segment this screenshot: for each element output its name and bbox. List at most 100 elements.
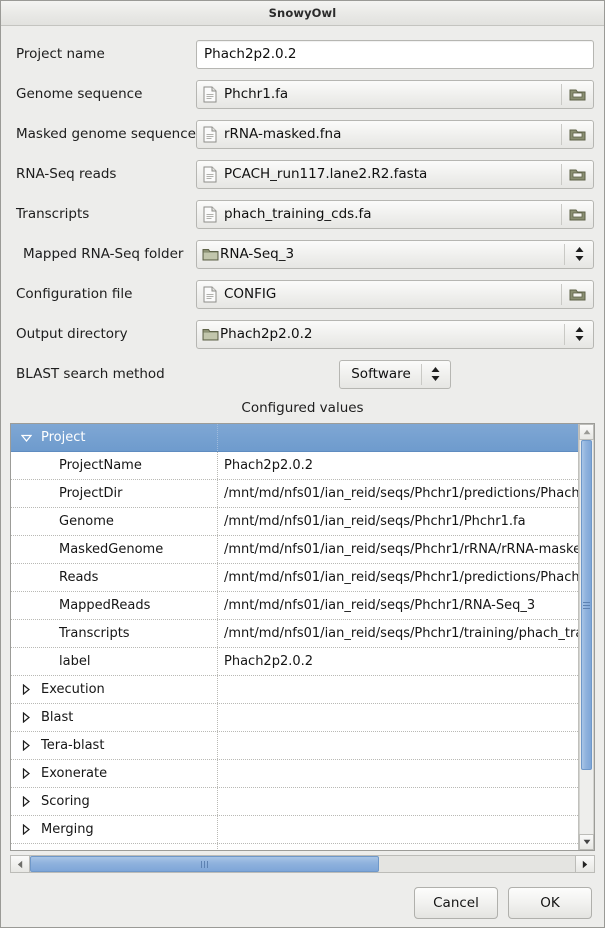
table-row[interactable]: MappedReads/mnt/md/nfs01/ian_reid/seqs/P… [11,592,578,620]
table-row[interactable]: Reads/mnt/md/nfs01/ian_reid/seqs/Phchr1/… [11,564,578,592]
tree-row-value: /mnt/md/nfs01/ian_reid/seqs/Phchr1/rRNA/… [224,542,578,557]
mapped-rna-seq-folder-spinner[interactable] [565,241,593,268]
chevron-down-icon[interactable] [17,434,35,442]
scroll-right-button[interactable] [575,855,595,873]
tree-row-label: Blast [41,710,74,725]
table-row[interactable]: Genome/mnt/md/nfs01/ian_reid/seqs/Phchr1… [11,508,578,536]
form-row-genome-sequence: Genome sequence Phchr1.fa [11,74,594,114]
folder-icon [202,327,219,342]
form-row-rna-seq-reads: RNA-Seq reads PCACH_run117.lane2.R2.fast… [11,154,594,194]
output-directory-combo[interactable]: Phach2p2.0.2 [196,319,594,349]
file-icon [203,86,217,103]
table-row[interactable]: Project [11,424,578,452]
tree-row-value-cell: /mnt/md/nfs01/ian_reid/seqs/Phchr1/predi… [218,564,578,591]
chevron-right-icon[interactable] [17,796,35,807]
transcripts-browse-button[interactable] [562,201,593,228]
blast-search-method-combo[interactable]: Software [339,359,451,389]
tree-row-value-cell [218,676,578,703]
output-directory-spinner[interactable] [565,321,593,348]
chevron-right-icon[interactable] [17,712,35,723]
rna-seq-reads-display[interactable]: PCACH_run117.lane2.R2.fasta [197,161,561,188]
tree-row-value-cell: /mnt/md/nfs01/ian_reid/seqs/Phchr1/train… [218,620,578,647]
open-folder-icon [569,87,586,102]
table-row[interactable]: Exonerate [11,760,578,788]
tree-row-name-cell [11,844,218,850]
table-row[interactable]: Scoring [11,788,578,816]
file-icon [203,166,217,183]
ok-button[interactable]: OK [508,887,592,919]
scroll-left-button[interactable] [10,855,30,873]
updown-chevron-icon [574,325,585,343]
rna-seq-reads-filechooser[interactable]: PCACH_run117.lane2.R2.fasta [196,159,594,189]
configuration-file-browse-button[interactable] [562,281,593,308]
transcripts-filechooser[interactable]: phach_training_cds.fa [196,199,594,229]
tree-row-name-cell: Tera-blast [11,732,218,759]
table-row[interactable]: Blast [11,704,578,732]
output-directory-display[interactable]: Phach2p2.0.2 [197,321,564,348]
blast-search-method-value: Software [351,366,411,382]
mapped-rna-seq-folder-display[interactable]: RNA-Seq_3 [197,241,564,268]
chevron-right-icon[interactable] [17,768,35,779]
transcripts-display[interactable]: phach_training_cds.fa [197,201,561,228]
rna-seq-reads-browse-button[interactable] [562,161,593,188]
table-row[interactable]: ProjectDir/mnt/md/nfs01/ian_reid/seqs/Ph… [11,480,578,508]
genome-sequence-display[interactable]: Phchr1.fa [197,81,561,108]
table-row[interactable]: Tera-blast [11,732,578,760]
vertical-scroll-track[interactable] [579,440,594,834]
tree-row-value: /mnt/md/nfs01/ian_reid/seqs/Phchr1/predi… [224,570,578,585]
table-row[interactable]: Execution [11,676,578,704]
table-row[interactable]: ProjectName Phach2p2.0.2 [11,452,578,480]
tree-row-name-cell: MappedReads [11,592,218,619]
tree-row-value-cell: Phach2p2.0.2 [218,648,578,675]
open-folder-icon [569,207,586,222]
tree-row-value: /mnt/md/nfs01/ian_reid/seqs/Phchr1/Phchr… [224,514,526,529]
masked-genome-sequence-browse-button[interactable] [562,121,593,148]
file-icon [203,206,217,223]
chevron-right-icon[interactable] [17,824,35,835]
table-row[interactable]: Transcripts/mnt/md/nfs01/ian_reid/seqs/P… [11,620,578,648]
configuration-file-filechooser[interactable]: CONFIG [196,279,594,309]
label-output-directory: Output directory [16,326,128,342]
tree-row-value: /mnt/md/nfs01/ian_reid/seqs/Phchr1/RNA-S… [224,598,536,613]
label-project-name: Project name [16,46,105,62]
form-row-masked-genome-sequence: Masked genome sequence rRNA-masked.fna [11,114,594,154]
tree-row-name-cell: ProjectDir [11,480,218,507]
scroll-down-button[interactable] [579,834,594,850]
horizontal-scroll-track[interactable] [30,855,575,873]
grip-icon [583,601,590,609]
tree-row-label: Transcripts [59,626,130,641]
blast-search-method-spinner[interactable] [422,361,450,388]
form-row-transcripts: Transcripts phach_training_cds.fa [11,194,594,234]
tree-row-name-cell: Reads [11,564,218,591]
mapped-rna-seq-folder-combo[interactable]: RNA-Seq_3 [196,239,594,269]
cancel-button[interactable]: Cancel [414,887,498,919]
tree-row-label: ProjectName [59,458,142,473]
label-masked-genome-sequence: Masked genome sequence [16,126,196,142]
tree-row-value-cell [218,760,578,787]
vertical-scroll-thumb[interactable] [581,440,592,770]
table-row[interactable]: label Phach2p2.0.2 [11,648,578,676]
dialog-action-bar: Cancel OK [1,873,604,919]
project-name-input[interactable]: Phach2p2.0.2 [196,39,594,69]
genome-sequence-filechooser[interactable]: Phchr1.fa [196,79,594,109]
tree-horizontal-scrollbar[interactable] [10,855,595,873]
table-row[interactable]: Merging [11,816,578,844]
configuration-file-display[interactable]: CONFIG [197,281,561,308]
scroll-up-button[interactable] [579,424,594,440]
tree-row-value: /mnt/md/nfs01/ian_reid/seqs/Phchr1/predi… [224,486,578,501]
form-row-blast-search-method: BLAST search method Software [11,354,594,394]
tree-row-name-cell: Merging [11,816,218,843]
tree-row-name-cell: Scoring [11,788,218,815]
masked-genome-sequence-display[interactable]: rRNA-masked.fna [197,121,561,148]
chevron-right-icon[interactable] [17,684,35,695]
tree-vertical-scrollbar[interactable] [578,424,594,850]
masked-genome-sequence-filechooser[interactable]: rRNA-masked.fna [196,119,594,149]
horizontal-scroll-thumb[interactable] [30,856,379,872]
chevron-right-icon[interactable] [17,740,35,751]
tree-row-label: Project [41,430,86,445]
form-row-mapped-rna-seq-folder: Mapped RNA-Seq folder RNA-Seq_3 [11,234,594,274]
configuration-file-value: CONFIG [224,286,277,302]
genome-sequence-browse-button[interactable] [562,81,593,108]
table-row[interactable] [11,844,578,850]
table-row[interactable]: MaskedGenome/mnt/md/nfs01/ian_reid/seqs/… [11,536,578,564]
